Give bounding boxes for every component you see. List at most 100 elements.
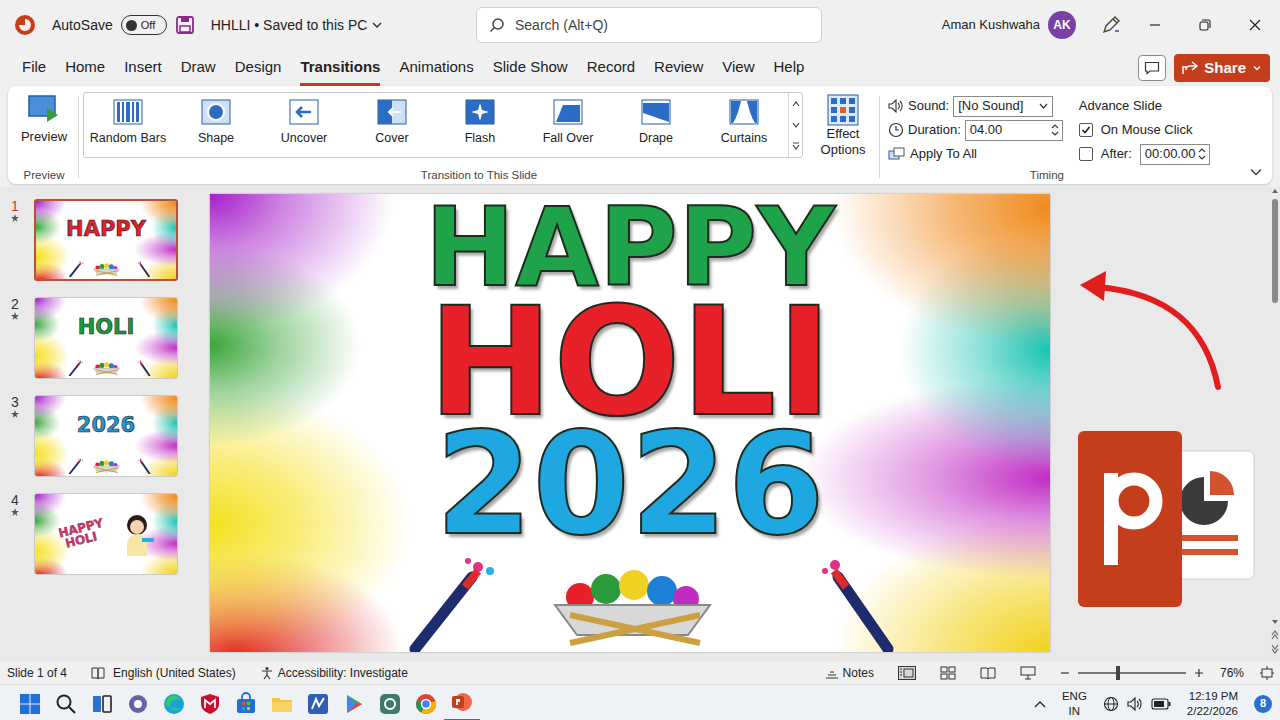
vertical-scrollbar[interactable] [1270,187,1280,662]
store-app[interactable] [228,686,264,720]
search-box[interactable]: Search (Alt+Q) [476,7,822,43]
file-explorer-app[interactable] [264,686,300,720]
transition-option[interactable]: Uncover [260,93,348,157]
spinner-arrows-icon[interactable] [1198,147,1206,161]
transition-option[interactable]: Random Bars [84,93,172,157]
duration-spinner[interactable]: 04.00 [965,120,1063,141]
ribbon-tab[interactable]: Home [65,50,105,87]
teams-app[interactable] [120,686,156,720]
after-option[interactable]: After: 00:00.00 [1079,142,1210,166]
zoom-thumb[interactable] [1116,666,1120,680]
scroll-up-icon[interactable] [792,101,800,107]
ribbon-tab[interactable]: Record [587,50,635,87]
slide-thumbnail-row[interactable]: 4HAPPYHOLI [0,493,200,575]
scroll-up-icon[interactable] [1271,187,1279,195]
accessibility-status[interactable]: Accessibility: Investigate [278,664,408,682]
transition-option[interactable]: Drape [612,93,700,157]
minimize-button[interactable] [1130,5,1180,45]
start-button[interactable] [12,686,48,720]
notes-button[interactable]: Notes [843,664,874,682]
quick-settings[interactable] [1103,696,1171,712]
ribbon-tab[interactable]: Help [774,50,805,87]
slide-title-text[interactable]: 2026 [210,426,1050,544]
play-store-app[interactable] [336,686,372,720]
task-view[interactable] [84,686,120,720]
share-button[interactable]: Share [1174,54,1270,83]
powerpoint-app[interactable] [444,686,480,720]
ribbon-tab[interactable]: Insert [124,50,162,87]
save-icon[interactable] [175,15,195,35]
pen-icon[interactable] [1100,14,1122,36]
slide-show-icon[interactable] [1020,666,1036,680]
document-title[interactable]: HHLLI • Saved to this PC [211,15,368,36]
apply-to-all-button[interactable]: Apply To All [888,142,1063,166]
more-icon[interactable] [792,142,800,150]
zoom-level[interactable]: 76% [1220,664,1244,682]
effect-options-button[interactable]: Effect Options [811,90,875,166]
ribbon-tab[interactable]: File [22,50,46,87]
editor-app[interactable] [300,686,336,720]
zoom-slider[interactable] [1078,672,1186,674]
ribbon-tab[interactable]: Transitions [300,50,380,87]
zoom-out-icon[interactable] [1060,668,1070,678]
scroll-down-icon[interactable] [1271,618,1279,626]
slide-thumbnail-row[interactable]: 2HOLI [0,297,200,379]
sound-dropdown[interactable]: [No Sound] [953,96,1053,117]
slide-sorter-icon[interactable] [940,666,956,680]
user-name[interactable]: Aman Kushwaha [942,15,1040,35]
slide-thumbnail[interactable]: HAPPYHOLI [34,493,178,575]
slide-thumbnail[interactable]: HAPPY [34,199,178,281]
user-avatar[interactable]: AK [1048,11,1076,39]
scroll-down-icon[interactable] [792,122,800,128]
preview-button[interactable]: Preview [14,90,74,166]
comments-button[interactable] [1138,55,1166,81]
fit-slide-icon[interactable] [1260,666,1274,680]
edge-app[interactable] [156,686,192,720]
transition-option[interactable]: Cover [348,93,436,157]
notes-icon[interactable] [825,667,839,679]
transition-option[interactable]: Curtains [700,93,788,157]
on-mouse-click-checkbox[interactable] [1079,123,1093,137]
after-checkbox[interactable] [1079,147,1093,161]
previous-slide-icon[interactable] [1271,630,1279,640]
normal-view-icon[interactable] [898,666,916,680]
transition-option[interactable]: Fall Over [524,93,612,157]
transition-option[interactable]: Flash [436,93,524,157]
chevron-down-icon[interactable] [371,19,383,31]
gallery-scroll[interactable] [788,93,802,157]
ribbon-tab[interactable]: Slide Show [493,50,568,87]
close-button[interactable] [1230,5,1280,45]
zoom-in-icon[interactable] [1194,668,1204,678]
notification-badge[interactable]: 8 [1254,695,1272,713]
chatgpt-app[interactable] [372,686,408,720]
taskbar-search[interactable] [48,686,84,720]
chrome-app[interactable] [408,686,444,720]
collapse-ribbon-icon[interactable] [1250,168,1262,176]
spelling-icon[interactable] [91,666,105,680]
ribbon-tab[interactable]: Design [235,50,282,87]
ribbon-tab[interactable]: View [722,50,754,87]
slide-title-text[interactable]: HAPPY [210,198,1050,298]
spinner-arrows-icon[interactable] [1051,123,1059,137]
input-language[interactable]: ENG IN [1062,689,1087,718]
restore-button[interactable] [1180,5,1230,45]
mcafee-app[interactable] [192,686,228,720]
autosave-toggle[interactable]: Off [121,15,167,35]
accessibility-icon[interactable] [260,666,274,680]
slide-thumbnail-row[interactable]: 1HAPPY [0,199,200,281]
slide-title-text[interactable]: HOLI [210,298,1050,426]
after-spinner[interactable]: 00:00.00 [1140,144,1210,165]
ribbon-tab[interactable]: Draw [181,50,216,87]
scroll-thumb[interactable] [1272,199,1278,303]
slide-canvas[interactable]: HAPPYHOLI2026 [210,194,1050,652]
on-mouse-click-option[interactable]: On Mouse Click [1079,118,1210,142]
reading-view-icon[interactable] [980,666,996,680]
next-slide-icon[interactable] [1271,644,1279,654]
clock[interactable]: 12:19 PM 2/22/2026 [1187,689,1238,718]
language-status[interactable]: English (United States) [113,664,236,682]
slide-thumbnail[interactable]: HOLI [34,297,178,379]
show-hidden-icons-icon[interactable] [1034,700,1046,708]
ribbon-tab[interactable]: Review [654,50,703,87]
slide-thumbnail[interactable]: 2026 [34,395,178,477]
slide-thumbnail-row[interactable]: 32026 [0,395,200,477]
